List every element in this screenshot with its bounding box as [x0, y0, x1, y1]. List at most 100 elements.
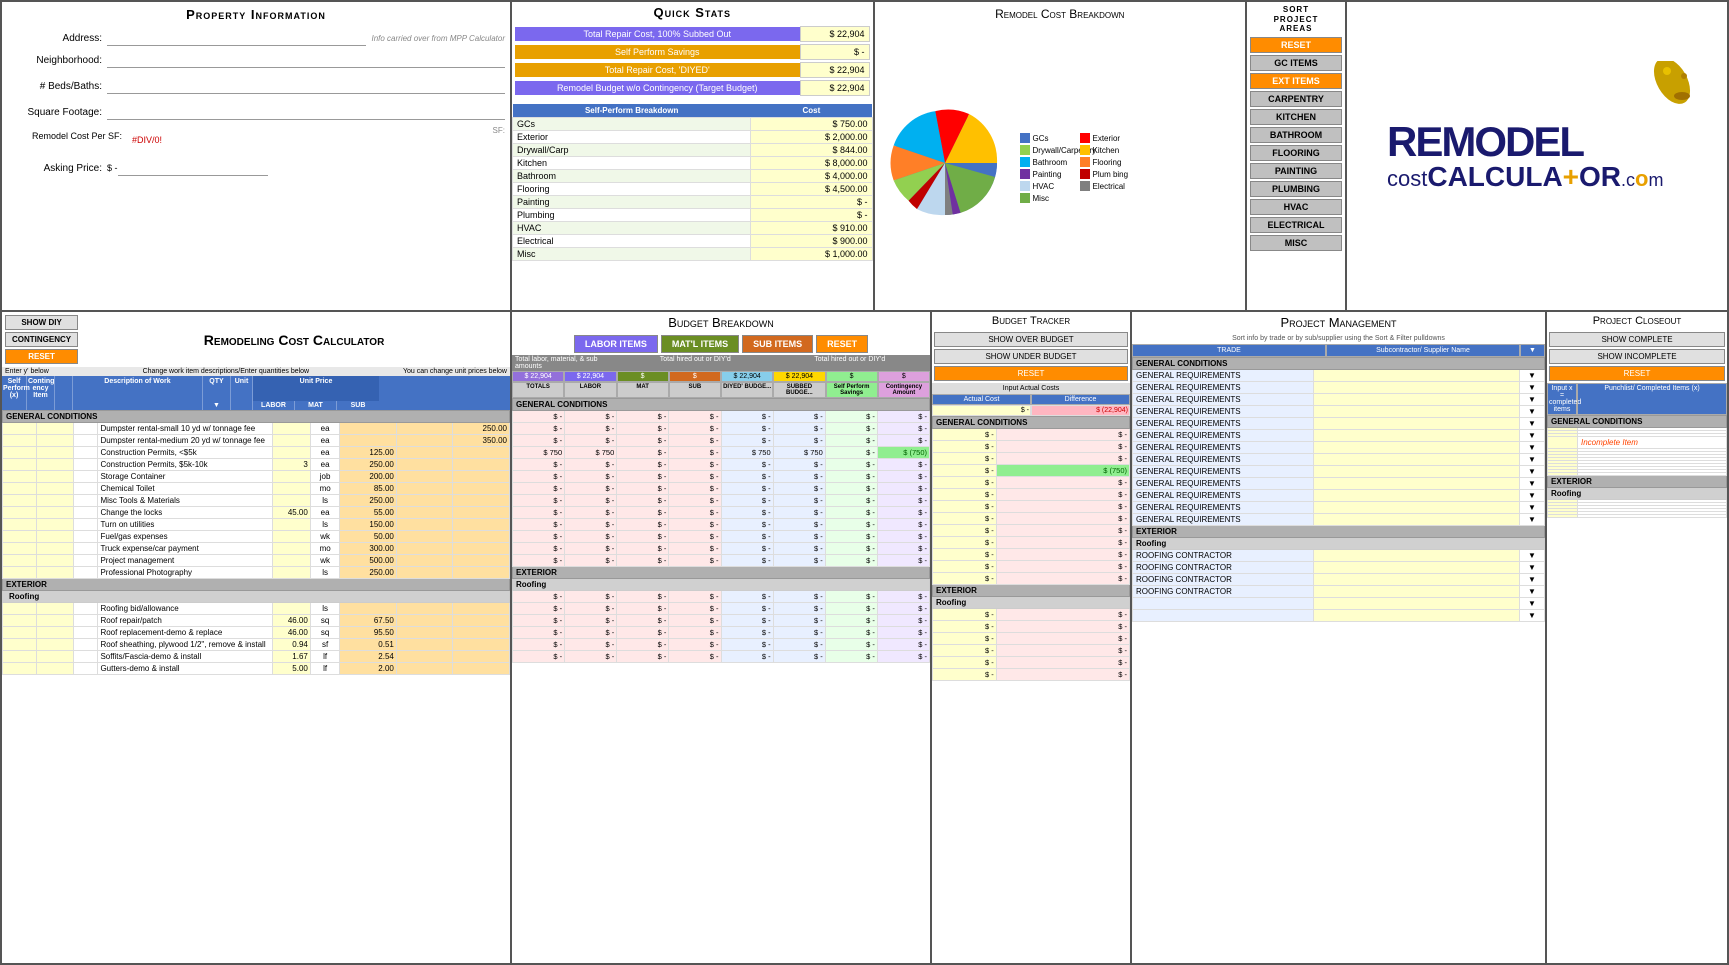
- rcc-sp-cell[interactable]: [3, 423, 37, 435]
- rcc-sp-cell[interactable]: [3, 543, 37, 555]
- rcc-sp-cell[interactable]: [3, 495, 37, 507]
- rcc-qty-cell[interactable]: 0.94: [273, 639, 311, 651]
- rcc-qty-cell[interactable]: [273, 483, 311, 495]
- pm-filter-cell[interactable]: ▼: [1519, 550, 1544, 562]
- contingency-button[interactable]: CONTINGENCY: [5, 332, 78, 347]
- rcc-sub-cell[interactable]: [453, 603, 510, 615]
- rcc-cont-cell[interactable]: [36, 543, 74, 555]
- rcc-qty-cell[interactable]: [273, 435, 311, 447]
- rcc-mat-cell[interactable]: [396, 663, 452, 675]
- rcc-sub-cell[interactable]: 250.00: [453, 423, 510, 435]
- rcc-sub-cell[interactable]: [453, 447, 510, 459]
- rcc-labor-cell[interactable]: 150.00: [340, 519, 396, 531]
- rcc-qty-cell[interactable]: 46.00: [273, 627, 311, 639]
- pm-filter-cell[interactable]: ▼: [1519, 478, 1544, 490]
- sort-gc-items-button[interactable]: GC ITEMS: [1250, 55, 1342, 71]
- rcc-sp-cell[interactable]: [3, 435, 37, 447]
- rcc-reset-button[interactable]: RESET: [5, 349, 78, 364]
- rcc-sub-cell[interactable]: [453, 459, 510, 471]
- rcc-labor-cell[interactable]: 250.00: [340, 459, 396, 471]
- pm-filter-cell[interactable]: ▼: [1519, 490, 1544, 502]
- pm-supplier-cell[interactable]: [1313, 490, 1519, 502]
- pm-supplier-cell[interactable]: [1313, 370, 1519, 382]
- rcc-cont-cell[interactable]: [36, 435, 74, 447]
- pm-filter-cell[interactable]: ▼: [1519, 394, 1544, 406]
- tracker-actual-cell[interactable]: $ -: [933, 453, 997, 465]
- rcc-sp-cell[interactable]: [3, 507, 37, 519]
- rcc-qty-cell[interactable]: [273, 423, 311, 435]
- rcc-mat-cell[interactable]: [396, 639, 452, 651]
- pm-supplier-cell[interactable]: [1313, 502, 1519, 514]
- rcc-labor-cell[interactable]: [340, 603, 396, 615]
- rcc-cont-cell[interactable]: [36, 447, 74, 459]
- pm-filter-cell[interactable]: ▼: [1519, 418, 1544, 430]
- show-under-budget-button[interactable]: SHOW UNDER BUDGET: [934, 349, 1128, 364]
- rcc-sp-cell[interactable]: [3, 663, 37, 675]
- closeout-input-cell[interactable]: [1548, 437, 1578, 449]
- rcc-cont-cell[interactable]: [36, 651, 74, 663]
- sub-items-tab[interactable]: SUB ITEMS: [742, 335, 813, 353]
- pm-supplier-cell[interactable]: [1313, 610, 1519, 622]
- rcc-sub-cell[interactable]: [453, 531, 510, 543]
- rcc-cont-cell[interactable]: [36, 663, 74, 675]
- tracker-actual-cell[interactable]: $ -: [933, 669, 997, 681]
- tracker-actual-cell[interactable]: $ -: [933, 477, 997, 489]
- address-input[interactable]: [107, 30, 366, 46]
- rcc-labor-cell[interactable]: 300.00: [340, 543, 396, 555]
- tracker-actual-cell[interactable]: $ -: [933, 429, 997, 441]
- pm-filter-cell[interactable]: ▼: [1519, 610, 1544, 622]
- rcc-sub-cell[interactable]: [453, 495, 510, 507]
- rcc-sub-cell[interactable]: [453, 639, 510, 651]
- pm-supplier-cell[interactable]: [1313, 406, 1519, 418]
- rcc-sp-cell[interactable]: [3, 651, 37, 663]
- pm-supplier-cell[interactable]: [1313, 478, 1519, 490]
- rcc-sp-cell[interactable]: [3, 555, 37, 567]
- tracker-actual-cell[interactable]: $ -: [933, 621, 997, 633]
- pm-supplier-cell[interactable]: [1313, 574, 1519, 586]
- pm-filter-cell[interactable]: ▼: [1519, 382, 1544, 394]
- rcc-sp-cell[interactable]: [3, 615, 37, 627]
- rcc-qty-cell[interactable]: [273, 447, 311, 459]
- rcc-sub-cell[interactable]: [453, 567, 510, 579]
- rcc-cont-cell[interactable]: [36, 627, 74, 639]
- pm-filter-cell[interactable]: ▼: [1519, 586, 1544, 598]
- show-complete-button[interactable]: SHOW COMPLETE: [1549, 332, 1725, 347]
- rcc-cont-cell[interactable]: [36, 495, 74, 507]
- rcc-mat-cell[interactable]: [396, 495, 452, 507]
- pm-supplier-cell[interactable]: [1313, 550, 1519, 562]
- rcc-mat-cell[interactable]: [396, 603, 452, 615]
- sort-painting-button[interactable]: PAINTING: [1250, 163, 1342, 179]
- rcc-labor-cell[interactable]: 0.51: [340, 639, 396, 651]
- tracker-actual-cell[interactable]: $ -: [933, 573, 997, 585]
- rcc-labor-cell[interactable]: 2.54: [340, 651, 396, 663]
- labor-items-tab[interactable]: LABOR ITEMS: [574, 335, 658, 353]
- pm-supplier-cell[interactable]: [1313, 562, 1519, 574]
- rcc-mat-cell[interactable]: [396, 627, 452, 639]
- rcc-cont-cell[interactable]: [36, 519, 74, 531]
- rcc-sub-cell[interactable]: [453, 615, 510, 627]
- rcc-labor-cell[interactable]: 95.50: [340, 627, 396, 639]
- rcc-sp-cell[interactable]: [3, 459, 37, 471]
- sort-flooring-button[interactable]: FLOORING: [1250, 145, 1342, 161]
- rcc-qty-cell[interactable]: [273, 471, 311, 483]
- pm-supplier-cell[interactable]: [1313, 586, 1519, 598]
- rcc-qty-cell[interactable]: [273, 543, 311, 555]
- sort-kitchen-button[interactable]: KITCHEN: [1250, 109, 1342, 125]
- sort-bathroom-button[interactable]: BATHROOM: [1250, 127, 1342, 143]
- rcc-cont-cell[interactable]: [36, 615, 74, 627]
- asking-price-input[interactable]: [118, 160, 268, 176]
- tracker-actual-cell[interactable]: $ -: [933, 657, 997, 669]
- rcc-mat-cell[interactable]: [396, 471, 452, 483]
- rcc-qty-cell[interactable]: 45.00: [273, 507, 311, 519]
- rcc-labor-cell[interactable]: 50.00: [340, 531, 396, 543]
- tracker-reset-button[interactable]: RESET: [934, 366, 1128, 381]
- pm-filter-cell[interactable]: ▼: [1519, 370, 1544, 382]
- tracker-actual-cell[interactable]: $ -: [933, 537, 997, 549]
- rcc-labor-cell[interactable]: 85.00: [340, 483, 396, 495]
- pm-filter-cell[interactable]: ▼: [1519, 574, 1544, 586]
- rcc-sp-cell[interactable]: [3, 603, 37, 615]
- rcc-labor-cell[interactable]: 2.00: [340, 663, 396, 675]
- pm-supplier-cell[interactable]: [1313, 466, 1519, 478]
- pm-supplier-cell[interactable]: [1313, 430, 1519, 442]
- rcc-sub-cell[interactable]: [453, 519, 510, 531]
